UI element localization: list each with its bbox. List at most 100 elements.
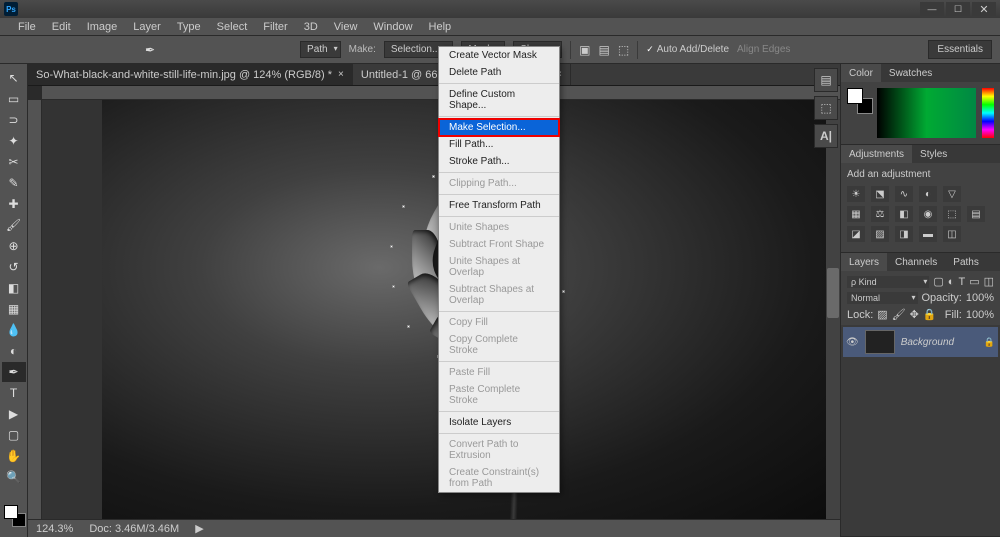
path-ops-icon[interactable]: ▣ (579, 43, 590, 57)
curves-icon[interactable]: ∿ (895, 186, 913, 202)
align-icon[interactable]: ▤ (599, 43, 610, 57)
bw-icon[interactable]: ◧ (895, 206, 913, 222)
menu-layer[interactable]: Layer (125, 21, 169, 33)
type-tool[interactable]: T (2, 383, 26, 403)
menu-3d[interactable]: 3D (296, 21, 326, 33)
lock-pixels-icon[interactable]: 🖌 (892, 308, 906, 321)
filter-adjust-icon[interactable]: ◐ (948, 276, 955, 288)
menu-file[interactable]: File (10, 21, 44, 33)
dodge-tool[interactable]: ◐ (2, 341, 26, 361)
path-type-dropdown[interactable]: Path (300, 41, 341, 58)
context-item[interactable]: Fill Path... (439, 136, 559, 153)
lasso-tool[interactable]: ⊃ (2, 110, 26, 130)
context-item[interactable]: Create Vector Mask (439, 47, 559, 64)
threshold-icon[interactable]: ◨ (895, 226, 913, 242)
scroll-thumb[interactable] (827, 268, 839, 318)
brightness-icon[interactable]: ☀ (847, 186, 865, 202)
levels-icon[interactable]: ⬔ (871, 186, 889, 202)
context-item[interactable]: Delete Path (439, 64, 559, 81)
color-swatches[interactable] (0, 503, 27, 533)
eyedropper-tool[interactable]: ✎ (2, 173, 26, 193)
panel-swatches[interactable] (847, 88, 871, 116)
hue-icon[interactable]: ▦ (847, 206, 865, 222)
mixer-icon[interactable]: ⬚ (943, 206, 961, 222)
shape-tool[interactable]: ▢ (2, 425, 26, 445)
auto-add-delete-check[interactable]: Auto Add/Delete (646, 44, 729, 55)
selective-icon[interactable]: ◫ (943, 226, 961, 242)
hand-tool[interactable]: ✋ (2, 446, 26, 466)
close-button[interactable]: ✕ (972, 2, 996, 16)
tab-paths[interactable]: Paths (945, 253, 987, 271)
menu-type[interactable]: Type (169, 21, 209, 33)
properties-dock-icon[interactable]: ⬚ (814, 96, 838, 120)
menu-select[interactable]: Select (209, 21, 256, 33)
fg-color-swatch[interactable] (4, 505, 18, 519)
document-tab[interactable]: So-What-black-and-white-still-life-min.j… (28, 64, 353, 85)
context-item[interactable]: Isolate Layers (439, 414, 559, 431)
filter-shape-icon[interactable]: ▭ (969, 275, 979, 288)
marquee-tool[interactable]: ▭ (2, 89, 26, 109)
eraser-tool[interactable]: ◧ (2, 278, 26, 298)
context-item[interactable]: Free Transform Path (439, 197, 559, 214)
menu-edit[interactable]: Edit (44, 21, 79, 33)
hue-strip[interactable] (982, 88, 994, 138)
blur-tool[interactable]: 💧 (2, 320, 26, 340)
filter-pixel-icon[interactable]: ▢ (933, 275, 943, 288)
menu-image[interactable]: Image (79, 21, 126, 33)
status-arrow-icon[interactable]: ▶ (195, 522, 203, 535)
visibility-icon[interactable]: 👁 (846, 337, 859, 348)
balance-icon[interactable]: ⚖ (871, 206, 889, 222)
move-tool[interactable]: ↖ (2, 68, 26, 88)
history-brush-tool[interactable]: ↺ (2, 257, 26, 277)
workspace-selector[interactable]: Essentials (928, 40, 992, 59)
character-dock-icon[interactable]: A| (814, 124, 838, 148)
lookup-icon[interactable]: ▤ (967, 206, 985, 222)
tab-color[interactable]: Color (841, 64, 881, 82)
pen-tool[interactable]: ✒ (2, 362, 26, 382)
gradient-map-icon[interactable]: ▬ (919, 226, 937, 242)
stamp-tool[interactable]: ⊕ (2, 236, 26, 256)
maximize-button[interactable]: ☐ (946, 2, 970, 16)
brush-tool[interactable]: 🖌 (2, 215, 26, 235)
zoom-tool[interactable]: 🔍 (2, 467, 26, 487)
fill-value[interactable]: 100% (966, 309, 994, 321)
context-item[interactable]: Stroke Path... (439, 153, 559, 170)
lock-icon[interactable]: 🔒 (984, 337, 995, 348)
layer-item-background[interactable]: 👁 Background 🔒 (843, 327, 998, 357)
color-field[interactable] (877, 88, 976, 138)
gradient-tool[interactable]: ▦ (2, 299, 26, 319)
crop-tool[interactable]: ✂ (2, 152, 26, 172)
tab-swatches[interactable]: Swatches (881, 64, 940, 82)
context-item[interactable]: Define Custom Shape... (439, 86, 559, 114)
zoom-level[interactable]: 124.3% (36, 523, 73, 535)
tab-close-icon[interactable]: × (338, 69, 344, 80)
tab-layers[interactable]: Layers (841, 253, 887, 271)
menu-view[interactable]: View (326, 21, 366, 33)
blend-mode-dropdown[interactable]: Normal (847, 292, 918, 304)
exposure-icon[interactable]: ◐ (919, 186, 937, 202)
minimize-button[interactable]: — (920, 2, 944, 16)
tab-adjustments[interactable]: Adjustments (841, 145, 912, 163)
layer-kind-filter[interactable]: ρ Kind (847, 276, 929, 288)
filter-type-icon[interactable]: T (958, 276, 965, 288)
opacity-value[interactable]: 100% (966, 292, 994, 304)
lock-position-icon[interactable]: ✥ (910, 308, 919, 321)
layer-thumbnail[interactable] (865, 330, 895, 354)
menu-window[interactable]: Window (365, 21, 420, 33)
lock-transparent-icon[interactable]: ▨ (877, 308, 887, 321)
panel-fg-swatch[interactable] (847, 88, 863, 104)
posterize-icon[interactable]: ▨ (871, 226, 889, 242)
arrange-icon[interactable]: ⬚ (618, 43, 629, 57)
tab-channels[interactable]: Channels (887, 253, 945, 271)
vibrance-icon[interactable]: ▽ (943, 186, 961, 202)
heal-tool[interactable]: ✚ (2, 194, 26, 214)
context-item[interactable]: Make Selection... (439, 119, 559, 136)
menu-filter[interactable]: Filter (255, 21, 295, 33)
tab-styles[interactable]: Styles (912, 145, 955, 163)
wand-tool[interactable]: ✦ (2, 131, 26, 151)
filter-smart-icon[interactable]: ◫ (984, 275, 994, 288)
invert-icon[interactable]: ◪ (847, 226, 865, 242)
scrollbar-vertical[interactable] (826, 100, 840, 519)
menu-help[interactable]: Help (421, 21, 460, 33)
path-select-tool[interactable]: ▶ (2, 404, 26, 424)
